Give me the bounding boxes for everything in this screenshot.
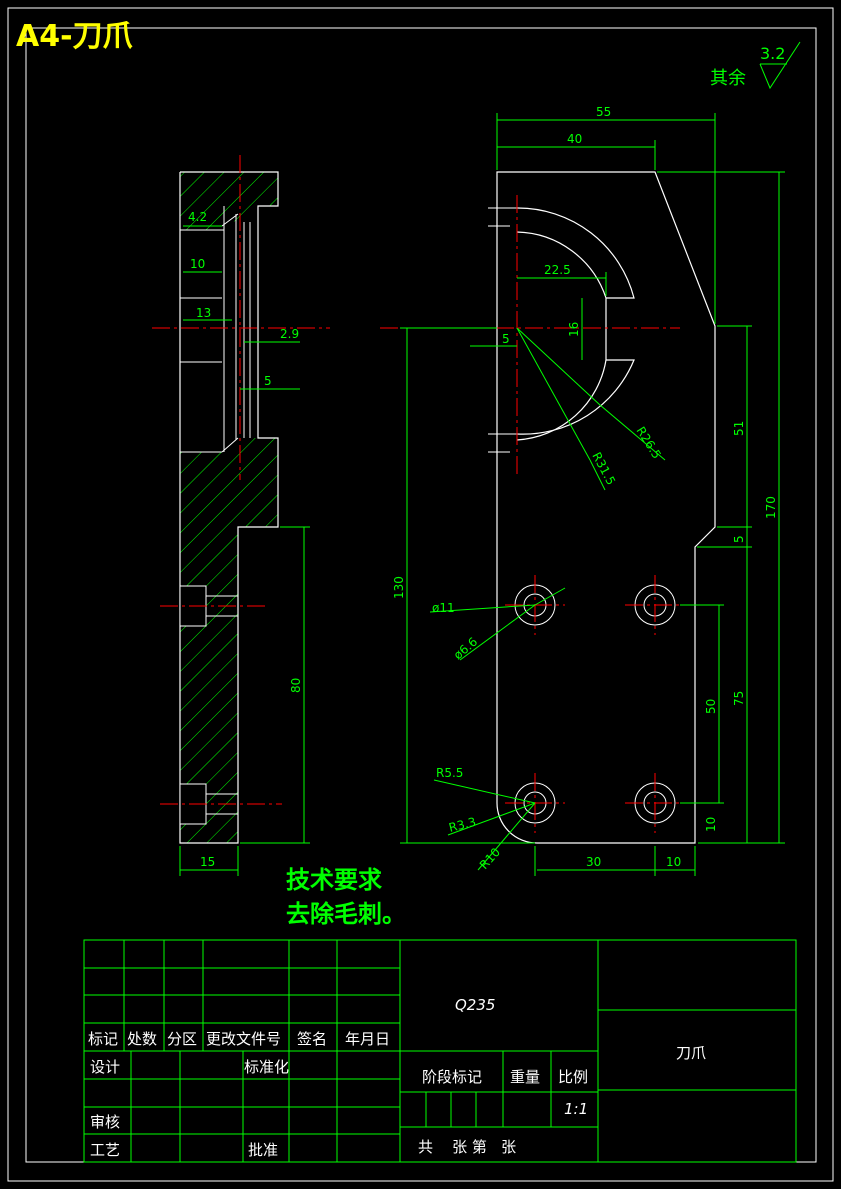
- side-view: [152, 155, 330, 844]
- tb-role-process: 工艺: [90, 1141, 120, 1159]
- dim-15: 15: [200, 855, 215, 869]
- dim-5-right: 5: [732, 535, 746, 543]
- claw-cutout: [516, 207, 635, 435]
- dim-5-left: 5: [502, 332, 510, 346]
- dim-80: 80: [289, 678, 303, 693]
- dim-50: 50: [704, 699, 718, 714]
- tech-req-item: 去除毛刺。: [286, 900, 406, 928]
- tb-sheets: 共 张 第 张: [418, 1138, 516, 1156]
- dim-40: 40: [567, 132, 582, 146]
- dim-r26-5: R26.5: [633, 424, 663, 461]
- sheet-border: [7, 7, 834, 1182]
- dim-22-5: 22.5: [544, 263, 571, 277]
- tb-role-approve: 批准: [248, 1141, 278, 1159]
- tb-scale-label: 比例: [558, 1068, 588, 1086]
- tb-material: Q235: [455, 996, 495, 1014]
- engineering-drawing: A4-刀爪 其余 3.2 4.2 10 13 2.9 5 80 15 55 40…: [7, 7, 834, 1182]
- tech-req-heading: 技术要求: [286, 866, 382, 894]
- sheet-title: A4-刀爪: [16, 19, 134, 54]
- tb-weight: 重量: [510, 1068, 540, 1086]
- dim-13: 13: [196, 306, 211, 320]
- dim-170: 170: [764, 496, 778, 519]
- tb-header-count: 处数: [127, 1030, 157, 1048]
- dim-51: 51: [732, 421, 746, 436]
- tb-role-design: 设计: [90, 1058, 120, 1076]
- tb-header-signature: 签名: [297, 1030, 327, 1048]
- dim-dia-6-6: ø6.6: [451, 635, 480, 663]
- dim-r31-5: R31.5: [589, 450, 618, 488]
- tb-role-review: 审核: [90, 1113, 120, 1131]
- tb-header-change-doc: 更改文件号: [206, 1030, 281, 1048]
- dim-dia-11: ø11: [432, 601, 455, 615]
- tb-header-date: 年月日: [345, 1030, 390, 1048]
- roughness-note: 其余: [710, 68, 746, 89]
- dim-10-right: 10: [704, 817, 718, 832]
- dim-10-bottom: 10: [666, 855, 681, 869]
- dim-130: 130: [392, 576, 406, 599]
- front-dimensions: [400, 113, 785, 876]
- dim-55: 55: [596, 105, 611, 119]
- dim-10: 10: [190, 257, 205, 271]
- dim-r3-3: R3.3: [447, 815, 477, 835]
- tb-part-name: 刀爪: [676, 1044, 706, 1062]
- tb-header-mark: 标记: [88, 1030, 118, 1048]
- roughness-value: 3.2: [760, 44, 785, 63]
- dim-r10: R10: [477, 845, 503, 872]
- tb-header-zone: 分区: [167, 1030, 197, 1048]
- tb-role-standardization: 标准化: [244, 1058, 289, 1076]
- tb-scale-value: 1:1: [564, 1100, 588, 1118]
- dim-4-2: 4.2: [188, 210, 207, 224]
- hatch-region-lower: [180, 438, 278, 843]
- dim-5-side: 5: [264, 374, 272, 388]
- dim-r5-5: R5.5: [436, 766, 463, 780]
- dim-2-9: 2.9: [280, 327, 299, 341]
- dim-16: 16: [567, 322, 581, 337]
- roughness-symbol: 其余 3.2: [710, 41, 801, 90]
- tb-stage-mark: 阶段标记: [422, 1068, 482, 1086]
- dim-75: 75: [732, 691, 746, 706]
- dim-30: 30: [586, 855, 601, 869]
